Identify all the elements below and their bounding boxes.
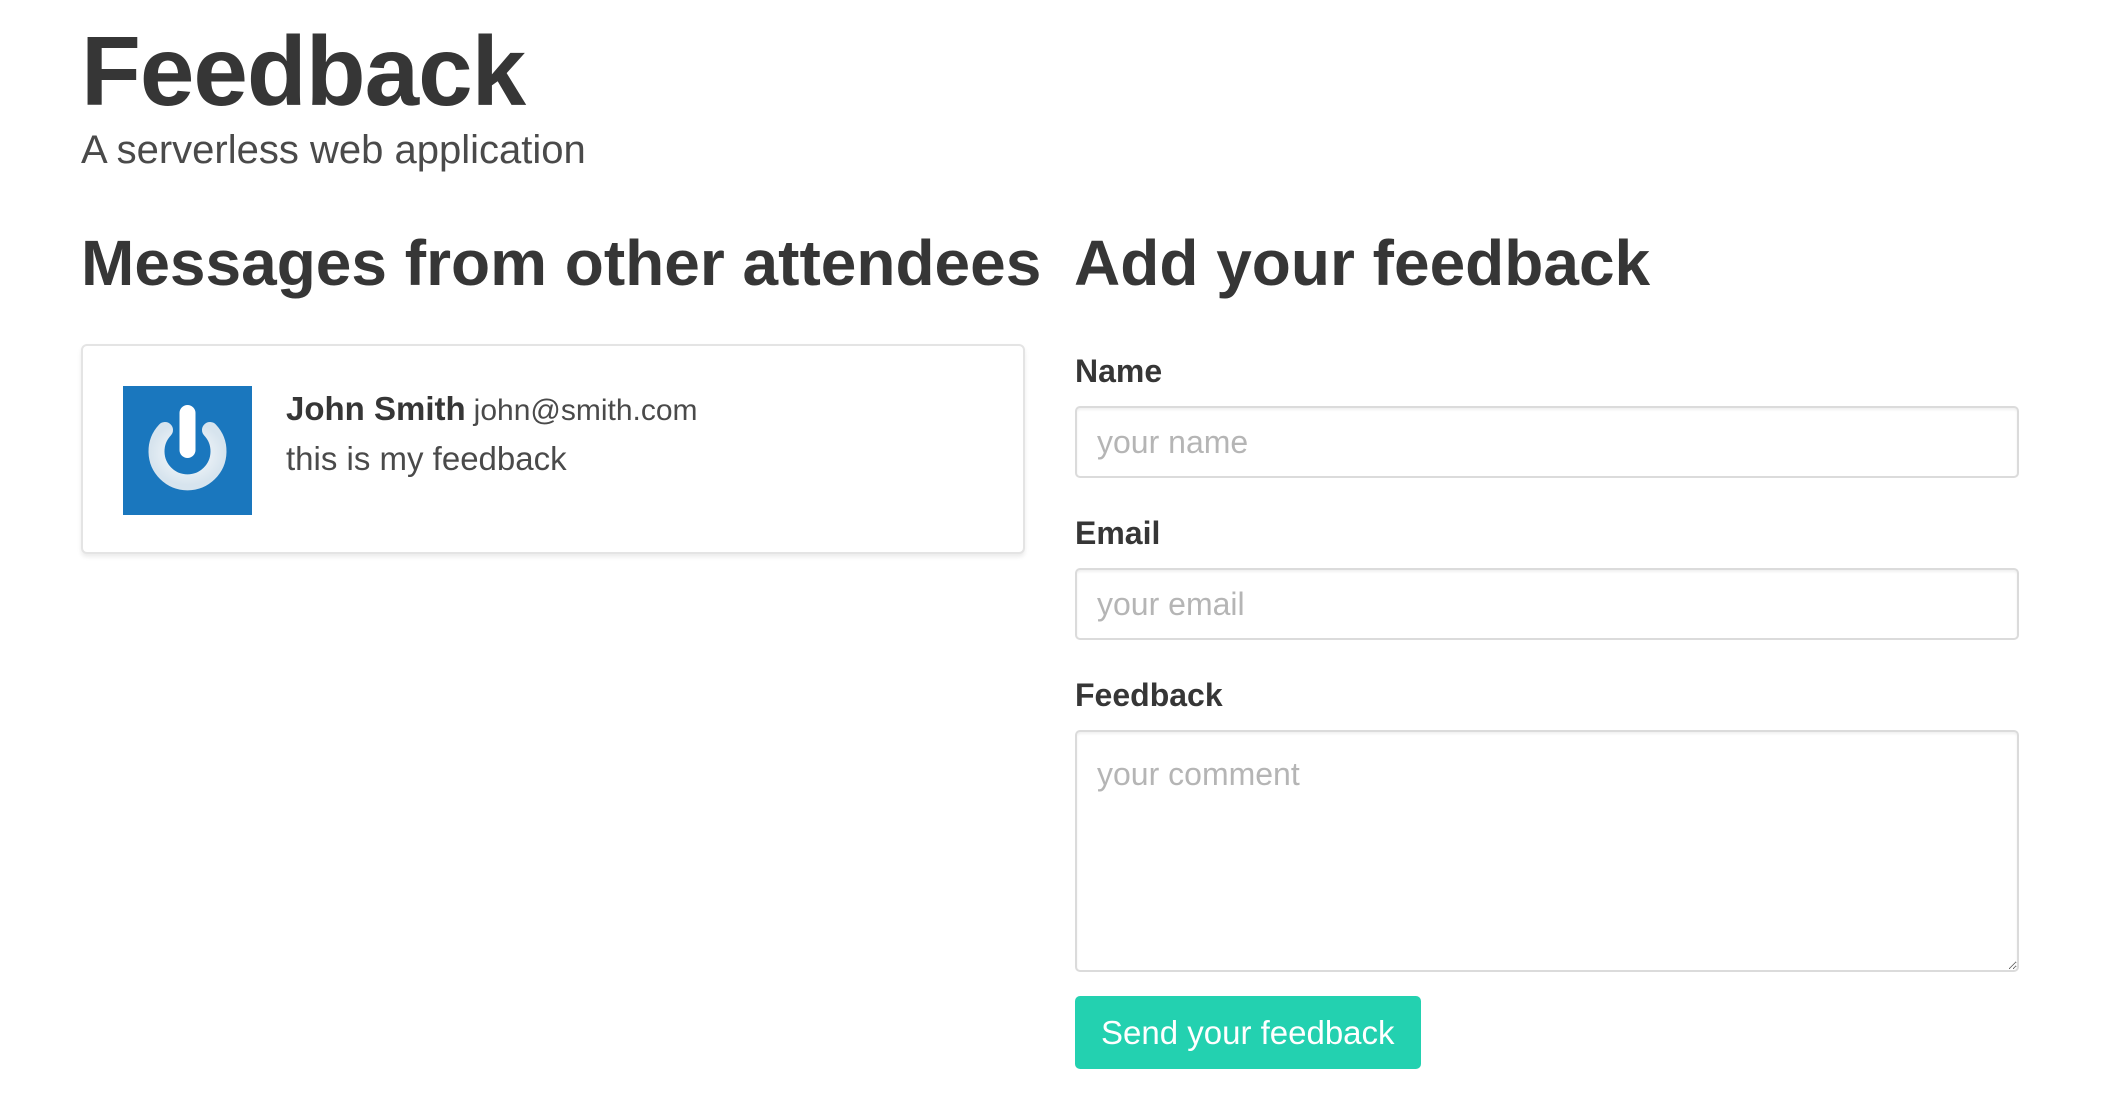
- name-input[interactable]: [1075, 406, 2019, 478]
- page-subtitle: A serverless web application: [81, 128, 586, 172]
- page: Feedback A serverless web application Me…: [0, 0, 2110, 1110]
- feedback-form-heading: Add your feedback: [1074, 227, 1651, 299]
- email-label: Email: [1075, 515, 1161, 551]
- email-input[interactable]: [1075, 568, 2019, 640]
- message-card: John Smith john@smith.com this is my feed…: [81, 344, 1025, 554]
- message-author-email: john@smith.com: [473, 394, 698, 427]
- name-label: Name: [1075, 353, 1163, 389]
- messages-heading: Messages from other attendees: [81, 227, 1042, 299]
- send-feedback-button[interactable]: Send your feedback: [1075, 996, 1421, 1069]
- feedback-textarea[interactable]: [1075, 730, 2019, 972]
- message-body: John Smith john@smith.com this is my feed…: [286, 390, 698, 478]
- message-header: John Smith john@smith.com: [286, 390, 698, 428]
- feedback-label: Feedback: [1075, 677, 1223, 713]
- message-author-name: John Smith: [286, 390, 466, 427]
- feedback-form: Name Email Feedback Send your feedback: [1075, 348, 2019, 1069]
- power-icon: [148, 405, 227, 491]
- page-title: Feedback: [81, 16, 526, 126]
- message-text: this is my feedback: [286, 440, 567, 477]
- avatar: [123, 386, 252, 515]
